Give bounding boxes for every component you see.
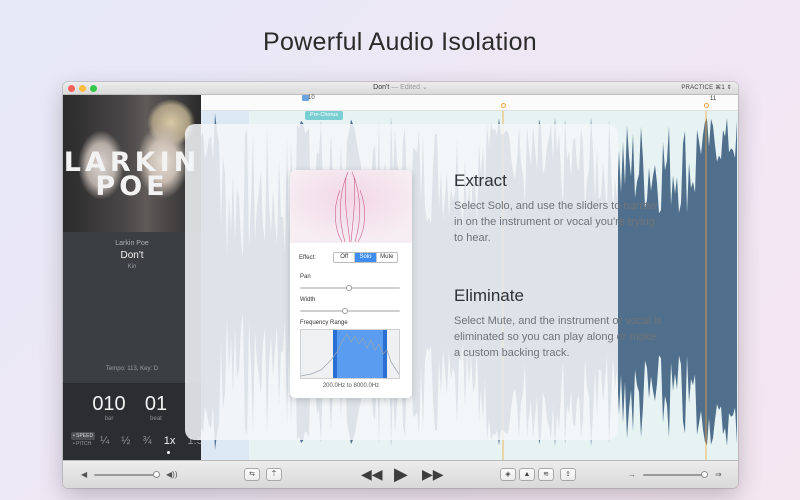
speed-slider-knob[interactable] bbox=[701, 471, 708, 478]
marker-flag-2[interactable] bbox=[704, 103, 709, 108]
loop-icon: ⇆ bbox=[249, 471, 255, 478]
tuner-button[interactable]: ▲ bbox=[519, 468, 535, 481]
track-info-panel: LARKIN POE Larkin Poe Don't Kin Tempo: 1… bbox=[63, 95, 203, 460]
album-art-line-2: POE bbox=[95, 171, 169, 202]
practice-menu[interactable]: PRACTICE ⌘1 ⇕ bbox=[681, 84, 732, 91]
effect-segmented-control[interactable]: Off Solo Mute bbox=[333, 252, 398, 263]
eliminate-description: Select Mute, and the instrument or vocal… bbox=[454, 315, 662, 359]
share-button[interactable]: ⇪ bbox=[560, 468, 576, 481]
marker-button[interactable]: ⍑ bbox=[266, 468, 282, 481]
edited-status[interactable]: — Edited bbox=[391, 84, 420, 91]
bar-label: bar bbox=[104, 416, 114, 422]
speed-option-1x[interactable]: 1x bbox=[164, 435, 176, 447]
extract-heading: Extract bbox=[454, 171, 507, 190]
speed-slider-track[interactable] bbox=[643, 474, 707, 476]
width-slider-knob[interactable] bbox=[342, 308, 348, 314]
fast-forward-icon: ▶▶ bbox=[422, 466, 444, 482]
pan-label: Pan bbox=[300, 274, 311, 280]
frequency-range-value: 200.0Hz to 8000.0Hz bbox=[322, 383, 380, 389]
audio-isolation-button[interactable]: ◈ bbox=[500, 468, 516, 481]
bar-value: 010 bbox=[92, 393, 126, 415]
audio-isolation-panel: Effect: Off Solo Mute Pan Width Frequenc… bbox=[290, 170, 412, 398]
share-icon: ⇪ bbox=[565, 471, 571, 478]
section-tag[interactable]: Pre-Chorus bbox=[305, 111, 344, 120]
volume-slider-knob[interactable] bbox=[153, 471, 160, 478]
document-title: Don't bbox=[373, 84, 390, 91]
track-title: Don't bbox=[120, 250, 144, 261]
loop-start-label: 10 bbox=[308, 95, 315, 101]
transport-bar: ◀ ◀)) ⇆ ⍑ ◀◀ ▶ ▶▶ ◈ ▲ ≋ ⇪ → ⇒ bbox=[63, 460, 738, 488]
bar-11-label: 11 bbox=[710, 96, 717, 102]
effect-solo-option[interactable]: Solo bbox=[355, 253, 377, 262]
isolation-visual bbox=[290, 170, 412, 243]
rewind-icon: ◀◀ bbox=[361, 466, 383, 482]
chevron-down-icon[interactable]: ⌄ bbox=[422, 84, 428, 91]
width-slider-track[interactable] bbox=[300, 310, 400, 312]
speed-option-three-quarter[interactable]: ¾ bbox=[143, 435, 152, 447]
marker-flag-1[interactable] bbox=[501, 103, 506, 108]
rewind-button[interactable]: ◀◀ bbox=[361, 465, 383, 483]
effect-label: Effect: bbox=[299, 255, 316, 261]
volume-slider-track[interactable] bbox=[94, 474, 160, 476]
effect-mute-option[interactable]: Mute bbox=[377, 253, 397, 262]
speed-slow-icon: → bbox=[628, 470, 636, 479]
speed-option-half[interactable]: ½ bbox=[121, 435, 130, 447]
width-label: Width bbox=[300, 297, 316, 303]
extract-description: Select Solo, and use the sliders to narr… bbox=[454, 200, 658, 244]
fast-forward-button[interactable]: ▶▶ bbox=[422, 465, 444, 483]
practice-label: PRACTICE ⌘1 bbox=[681, 85, 725, 91]
track-artist: Larkin Poe bbox=[115, 240, 149, 247]
tempo-key-info: Tempo: 113, Key: D bbox=[105, 366, 159, 372]
volume-low-icon: ◀ bbox=[81, 470, 88, 479]
eliminate-heading: Eliminate bbox=[454, 286, 524, 305]
speed-mode-toggle[interactable]: • SPEED bbox=[71, 432, 96, 440]
eq-button[interactable]: ≋ bbox=[538, 468, 554, 481]
play-button[interactable]: ▶ bbox=[394, 465, 408, 483]
frequency-range-label: Frequency Range bbox=[300, 320, 348, 326]
spectrum-sketch bbox=[290, 170, 412, 243]
pitch-mode-toggle[interactable]: • PITCH bbox=[71, 441, 93, 447]
album-artwork: LARKIN POE bbox=[63, 95, 201, 232]
active-speed-indicator bbox=[167, 451, 170, 454]
title-bar: Don't — Edited ⌄ PRACTICE ⌘1 ⇕ bbox=[63, 82, 738, 95]
beat-label: beat bbox=[150, 416, 162, 422]
pin-icon: ⍑ bbox=[271, 471, 277, 478]
metronome-icon: ▲ bbox=[523, 471, 531, 478]
eq-sliders-icon: ≋ bbox=[543, 471, 549, 478]
page-headline: Powerful Audio Isolation bbox=[262, 28, 538, 56]
window-title: Don't — Edited ⌄ bbox=[63, 83, 738, 91]
pan-slider-knob[interactable] bbox=[346, 285, 352, 291]
play-icon: ▶ bbox=[394, 464, 408, 484]
volume-high-icon: ◀)) bbox=[166, 470, 178, 479]
frequency-range-selector[interactable] bbox=[300, 329, 400, 379]
loop-region-button[interactable]: ⇆ bbox=[244, 468, 260, 481]
album-art-text: LARKIN POE bbox=[63, 149, 201, 202]
timeline-ruler[interactable]: 10 11 bbox=[201, 95, 738, 111]
effect-off-option[interactable]: Off bbox=[334, 253, 356, 262]
speed-fast-icon: ⇒ bbox=[715, 470, 722, 479]
shield-icon: ◈ bbox=[505, 471, 511, 478]
beat-value: 01 bbox=[144, 393, 168, 415]
frequency-spectrum bbox=[300, 330, 400, 378]
position-counter: 010 01 bar beat • SPEED • PITCH ¼ ½ ¾ 1x… bbox=[63, 383, 203, 460]
updown-arrows-icon: ⇕ bbox=[726, 85, 732, 91]
speed-option-quarter[interactable]: ¼ bbox=[100, 435, 109, 447]
track-album: Kin bbox=[127, 264, 137, 270]
